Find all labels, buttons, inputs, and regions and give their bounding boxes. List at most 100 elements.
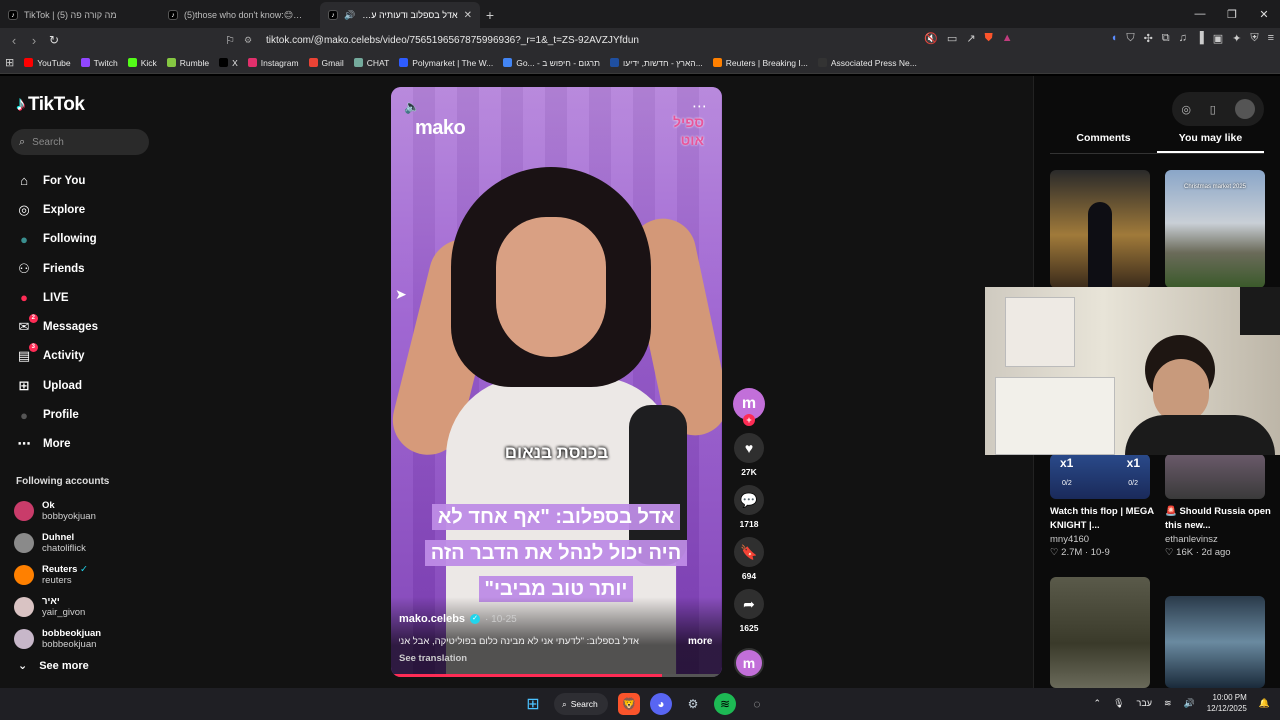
chevron-up-icon[interactable]: ⌃	[1094, 698, 1102, 709]
bookmark-item[interactable]: Kick	[123, 58, 162, 68]
browser-tab-2[interactable]: ♪ (5)those who don't know:😊😂 those	[160, 2, 320, 28]
leo-ai-icon[interactable]: ✦	[1232, 32, 1241, 45]
video-player[interactable]: 🔈 ⋯ mako ספיל אוט בכנסת בנאום אדל בספלוב…	[391, 87, 722, 677]
new-tab-button[interactable]: +	[480, 2, 500, 28]
close-tab-icon[interactable]: ✕	[464, 10, 472, 21]
bookmark-item[interactable]: YouTube	[19, 58, 75, 68]
speaker-icon[interactable]: 🔊	[344, 10, 355, 21]
taskbar-search[interactable]: ⌕ Search	[554, 693, 608, 715]
suggested-video-meta[interactable]: 🚨 Should Russia open this new... ethanle…	[1165, 505, 1271, 558]
bookmark-icon[interactable]: ⚐	[220, 34, 240, 47]
extensions-icon[interactable]: ✣	[1144, 32, 1153, 45]
suggested-video-thumb[interactable]	[1165, 454, 1265, 499]
nav-item-live[interactable]: ● LIVE	[16, 283, 156, 312]
spotify-icon[interactable]: ≋	[714, 693, 736, 715]
suggested-author[interactable]: mny4160	[1050, 534, 1156, 545]
following-account[interactable]: Duhnel chatoliflick	[14, 527, 160, 559]
nav-item-profile[interactable]: ● Profile	[16, 400, 156, 429]
bookmark-item[interactable]: Rumble	[162, 58, 214, 68]
suggested-video-thumb[interactable]	[1050, 577, 1150, 688]
bookmark-item[interactable]: Gmail	[304, 58, 349, 68]
suggested-video-thumb[interactable]: x1 x1 0/2 0/2	[1050, 454, 1150, 499]
language-indicator[interactable]: עבר	[1137, 698, 1152, 708]
app-icon[interactable]: ◌	[746, 693, 768, 715]
following-account[interactable]: יאיר yair_givon	[14, 591, 160, 623]
wallet-icon[interactable]: ▣	[1213, 32, 1223, 45]
suggested-video-thumb[interactable]	[1165, 596, 1265, 688]
creator-avatar[interactable]: m +	[733, 388, 765, 426]
see-translation-link[interactable]: See translation	[399, 653, 467, 664]
nav-item-upload[interactable]: ⊞ Upload	[16, 371, 156, 400]
brave-browser-icon[interactable]: 🦁	[618, 693, 640, 715]
author-name[interactable]: mako.celebs	[399, 613, 465, 625]
suggested-video-thumb[interactable]	[1050, 170, 1150, 288]
music-icon[interactable]: ♫	[1179, 32, 1187, 45]
follow-plus-icon[interactable]: +	[743, 414, 755, 426]
save-button[interactable]: 🔖 694	[731, 537, 767, 589]
discord-icon[interactable]: ◕	[650, 693, 672, 715]
suggested-video-meta[interactable]: Watch this flop | MEGA KNIGHT |... mny41…	[1050, 505, 1156, 558]
steam-icon[interactable]: ⚙	[682, 693, 704, 715]
url-field[interactable]: ⚙ tiktok.com/@mako.celebs/video/75651965…	[244, 30, 964, 50]
comment-button[interactable]: 💬 1718	[731, 485, 767, 537]
nav-item-friends[interactable]: ⚇ Friends	[16, 254, 156, 283]
video-author[interactable]: mako.celebs ✓ · 10-25	[399, 613, 517, 625]
bookmark-item[interactable]: הארץ - חדשות, ידיעו...	[605, 58, 708, 68]
volume-icon[interactable]: 🔈	[404, 99, 420, 115]
clock[interactable]: 10:00 PM 12/12/2025	[1207, 692, 1247, 714]
apps-grid-icon[interactable]: ⊞	[0, 56, 19, 69]
vpn-icon[interactable]: ⛨	[1250, 32, 1258, 45]
bookmark-item[interactable]: Polymarket | The W...	[394, 58, 498, 68]
menu-icon[interactable]: ≡	[1268, 32, 1274, 45]
volume-tray-icon[interactable]: 🔊	[1184, 698, 1195, 709]
music-disc-avatar[interactable]: m	[734, 648, 764, 678]
compass-small-icon[interactable]: ◎	[1181, 103, 1191, 116]
following-account[interactable]: Ok bobbyokjuan	[14, 495, 160, 527]
following-account[interactable]: Reuters ✓ reuters	[14, 559, 160, 591]
bookmark-item[interactable]: Associated Press Ne...	[813, 58, 922, 68]
nav-item-more[interactable]: ⋯ More	[16, 430, 156, 459]
screenshot-icon[interactable]: ⧉	[1162, 32, 1170, 45]
share-icon[interactable]: ↗	[966, 32, 975, 45]
close-window-icon[interactable]: ✕	[1248, 0, 1280, 28]
browser-tab-3-active[interactable]: ♪ 🔊 אדל בספלוב ודעותיה על פולי ✕	[320, 2, 480, 28]
shield-icon[interactable]: ⛉	[1126, 32, 1134, 45]
brave-shield-icon[interactable]: ⛊	[985, 32, 993, 45]
user-avatar[interactable]	[1234, 99, 1255, 119]
video-progress-bar[interactable]	[391, 674, 722, 677]
audio-icon[interactable]: ◖	[1111, 32, 1118, 45]
microphone-icon[interactable]: 🎙	[1113, 698, 1124, 709]
restore-icon[interactable]: ❐	[1216, 0, 1248, 28]
notification-bell-icon[interactable]: 🔔	[1259, 698, 1270, 709]
phone-icon[interactable]: ▯	[1210, 103, 1216, 116]
share-button[interactable]: ➦ 1625	[731, 589, 767, 641]
bookmark-item[interactable]: Twitch	[76, 58, 123, 68]
search-input[interactable]: ⌕ Search	[11, 129, 149, 155]
bookmark-item[interactable]: Reuters | Breaking I...	[708, 58, 813, 68]
minimize-icon[interactable]: —	[1184, 0, 1216, 28]
nav-item-following[interactable]: ● Following	[16, 225, 156, 254]
nav-item-explore[interactable]: ◎ Explore	[16, 195, 156, 224]
sidebar-icon[interactable]: ▐	[1196, 32, 1204, 45]
windows-start-icon[interactable]: ⊞	[522, 693, 544, 715]
tab-comments[interactable]: Comments	[1050, 132, 1157, 153]
reload-icon[interactable]: ↻	[44, 33, 64, 47]
bookmark-item[interactable]: Instagram	[243, 58, 304, 68]
caption-more-button[interactable]: more	[688, 636, 712, 647]
back-icon[interactable]: ‹	[4, 33, 24, 48]
tab-you-may-like[interactable]: You may like	[1157, 132, 1264, 153]
nav-item-activity[interactable]: ▤ 3 Activity	[16, 342, 156, 371]
forward-icon[interactable]: ›	[24, 33, 44, 48]
suggested-author[interactable]: ethanlevinsz	[1165, 534, 1271, 545]
nav-item-for-you[interactable]: ⌂ For You	[16, 166, 156, 195]
cast-icon[interactable]: ▭	[947, 32, 957, 45]
bookmark-item[interactable]: X	[214, 58, 243, 68]
bookmark-item[interactable]: CHAT	[349, 58, 395, 68]
bookmark-item[interactable]: Go... - תרגום - חיפוש ב	[498, 58, 605, 68]
mute-site-icon[interactable]: 🔇	[924, 32, 938, 45]
browser-tab-1[interactable]: ♪ TikTok | מה קורה פה (5)	[0, 2, 160, 28]
nav-item-messages[interactable]: ✉ 2 Messages	[16, 312, 156, 341]
see-more-button[interactable]: ⌄ See more	[18, 659, 89, 673]
brave-rewards-icon[interactable]: ▲	[1002, 32, 1013, 45]
suggested-video-thumb[interactable]: Christmas market 2025	[1165, 170, 1265, 288]
